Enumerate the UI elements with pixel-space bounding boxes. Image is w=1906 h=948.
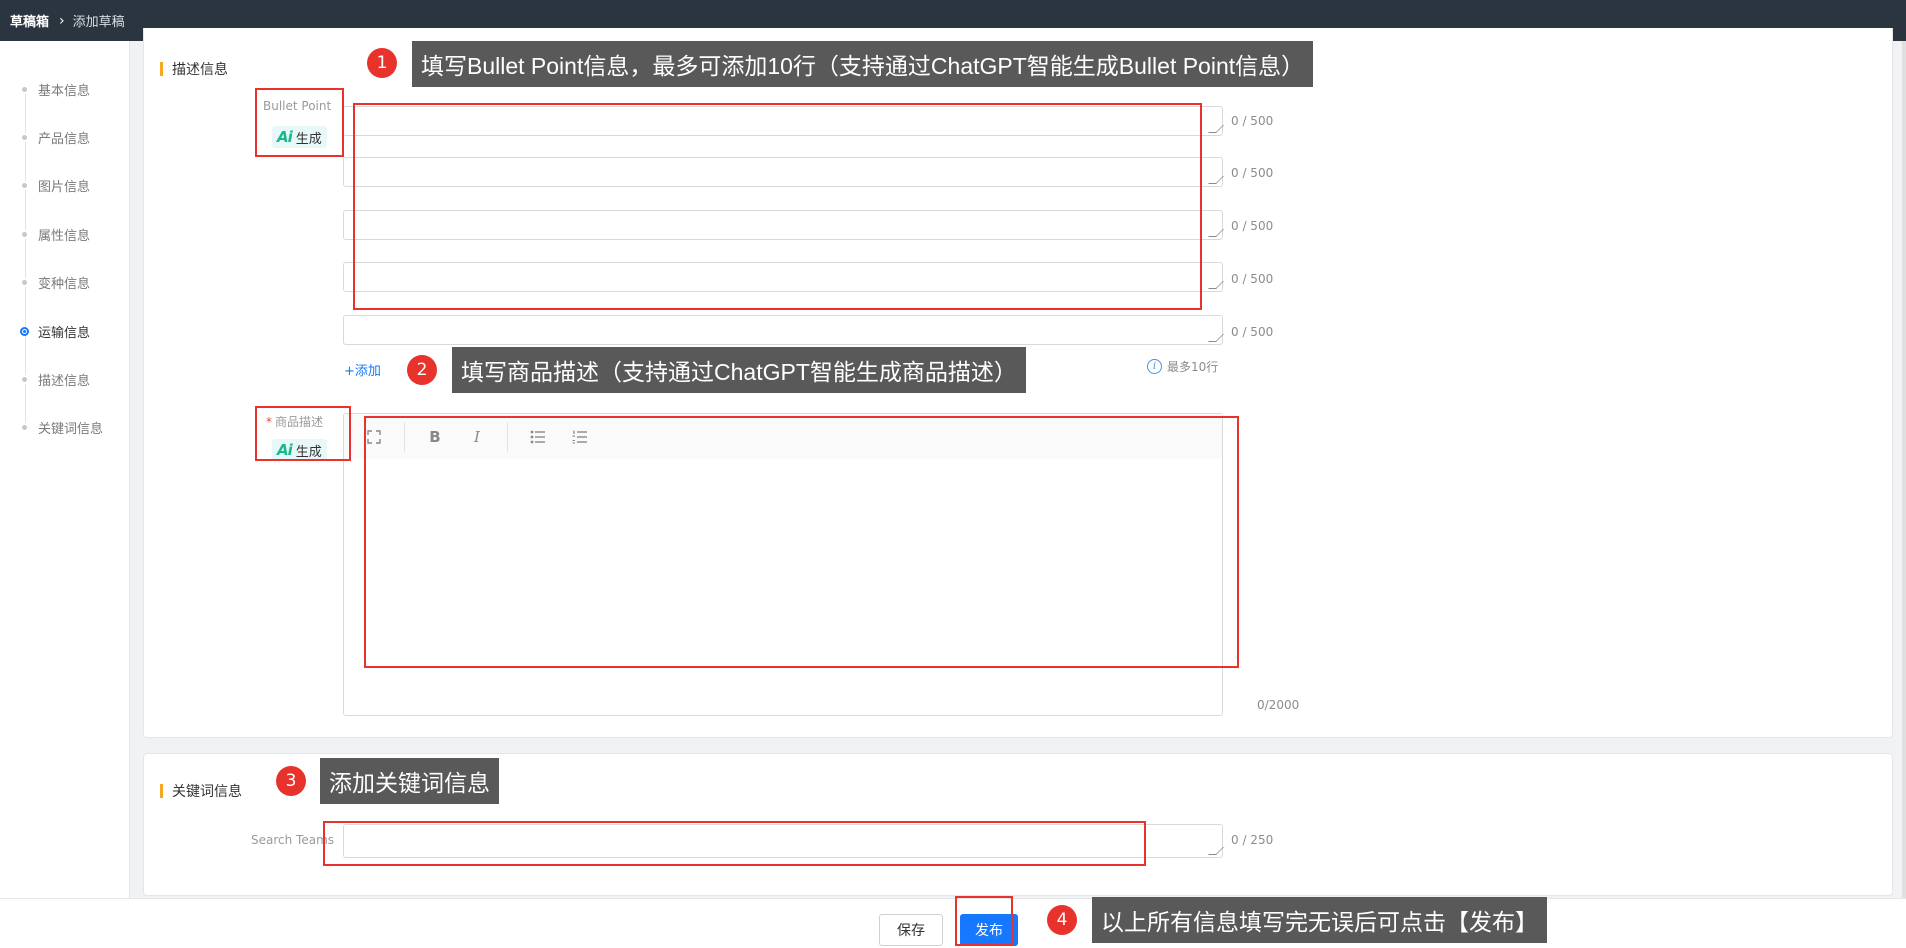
sidebar-item-shipping-info[interactable]: 运输信息	[20, 321, 90, 341]
bullet-counter-4: 0 / 500	[1231, 272, 1274, 286]
nav-dot-active-icon	[20, 326, 29, 336]
breadcrumb-current: 添加草稿	[72, 15, 125, 30]
bullet-point-input-5[interactable]	[343, 315, 1223, 345]
add-bullet-link[interactable]: +添加	[344, 360, 381, 379]
generate-label: 生成	[295, 444, 322, 460]
search-terms-label: Search Teams	[251, 833, 335, 847]
nav-dot-icon	[20, 374, 29, 384]
ai-icon: Ai	[277, 441, 293, 459]
nav-dot-icon	[20, 84, 29, 94]
nav-dot-icon	[20, 277, 29, 287]
keyword-section-title: 关键词信息	[160, 781, 242, 801]
toolbar-separator	[507, 421, 508, 452]
chevron-right-icon: ›	[59, 12, 65, 29]
sidebar-item-keyword-info[interactable]: 关键词信息	[20, 417, 103, 437]
breadcrumb-home[interactable]: 草稿箱	[10, 11, 49, 30]
section-accent-bar	[160, 784, 163, 798]
editor-toolbar: B I	[344, 414, 1222, 459]
sidebar-item-label: 关键词信息	[38, 421, 104, 437]
bullet-counter-5: 0 / 500	[1231, 325, 1274, 339]
bullet-point-input-3[interactable]	[343, 210, 1223, 240]
nav-dot-icon	[20, 180, 29, 190]
bullet-counter-3: 0 / 500	[1231, 219, 1274, 233]
sidebar-item-description-info[interactable]: 描述信息	[20, 369, 90, 389]
annotation-marker-4: 4	[1047, 905, 1077, 935]
scrollbar[interactable]	[1902, 41, 1906, 898]
bullet-counter-2: 0 / 500	[1231, 166, 1274, 180]
required-mark: *	[266, 415, 272, 429]
search-terms-counter: 0 / 250	[1231, 833, 1274, 847]
fullscreen-icon[interactable]	[362, 425, 386, 449]
section-title-text: 关键词信息	[172, 784, 242, 800]
nav-dot-icon	[20, 132, 29, 142]
bullet-point-input-2[interactable]	[343, 157, 1223, 187]
annotation-tip-1: 填写Bullet Point信息，最多可添加10行（支持通过ChatGPT智能生…	[412, 41, 1314, 87]
limit-note-text: 最多10行	[1167, 360, 1219, 374]
bullet-counter-1: 0 / 500	[1231, 114, 1274, 128]
sidebar-item-label: 基本信息	[38, 83, 91, 99]
search-terms-input[interactable]	[343, 824, 1223, 858]
annotation-tip-2: 填写商品描述（支持通过ChatGPT智能生成商品描述）	[452, 347, 1026, 393]
sidebar-item-product-info[interactable]: 产品信息	[20, 127, 90, 147]
bullet-point-input-1[interactable]	[343, 106, 1223, 136]
sidebar-item-label: 图片信息	[38, 179, 91, 195]
annotation-marker-2: 2	[407, 355, 437, 385]
ordered-list-icon[interactable]	[568, 425, 592, 449]
bullet-generate-button[interactable]: Ai 生成	[272, 126, 327, 148]
sidebar-item-variant-info[interactable]: 变种信息	[20, 272, 90, 292]
sidebar-item-image-info[interactable]: 图片信息	[20, 175, 90, 195]
section-accent-bar	[160, 62, 163, 76]
sidebar-item-basic-info[interactable]: 基本信息	[20, 79, 90, 99]
description-generate-button[interactable]: Ai 生成	[272, 439, 327, 461]
bullet-point-input-4[interactable]	[343, 262, 1223, 292]
sidebar-item-label: 属性信息	[38, 228, 91, 244]
product-description-label-text: 商品描述	[275, 415, 324, 429]
annotation-marker-3: 3	[276, 766, 306, 796]
sidebar-item-label: 产品信息	[38, 131, 91, 147]
description-section-title: 描述信息	[160, 59, 228, 79]
bullet-list-icon[interactable]	[526, 425, 550, 449]
annotation-marker-1: 1	[367, 48, 397, 78]
sidebar-nav: 基本信息 产品信息 图片信息 属性信息 变种信息 运输信息 描述信息 关键词信息	[0, 41, 130, 948]
sidebar-item-label: 变种信息	[38, 276, 91, 292]
sidebar-item-label: 描述信息	[38, 373, 91, 389]
rich-text-editor[interactable]: B I	[343, 413, 1223, 716]
sidebar-item-label: 运输信息	[38, 325, 91, 341]
bold-icon[interactable]: B	[423, 425, 447, 449]
toolbar-separator	[404, 421, 405, 452]
nav-dot-icon	[20, 422, 29, 432]
nav-dot-icon	[20, 229, 29, 239]
info-icon: i	[1147, 359, 1162, 374]
annotation-tip-4: 以上所有信息填写完无误后可点击【发布】	[1092, 897, 1547, 943]
sidebar-item-attribute-info[interactable]: 属性信息	[20, 224, 90, 244]
publish-button[interactable]: 发布	[960, 914, 1018, 946]
generate-label: 生成	[295, 131, 322, 147]
italic-icon[interactable]: I	[465, 425, 489, 449]
editor-char-counter: 0/2000	[1257, 698, 1300, 712]
ai-icon: Ai	[277, 128, 293, 146]
save-button[interactable]: 保存	[879, 914, 943, 946]
annotation-tip-3: 添加关键词信息	[320, 758, 499, 804]
footer-bar	[0, 898, 1906, 948]
section-title-text: 描述信息	[172, 62, 228, 78]
bullet-point-label: Bullet Point	[263, 99, 332, 113]
limit-note: i 最多10行	[1147, 358, 1218, 375]
product-description-label: * 商品描述	[266, 413, 323, 430]
